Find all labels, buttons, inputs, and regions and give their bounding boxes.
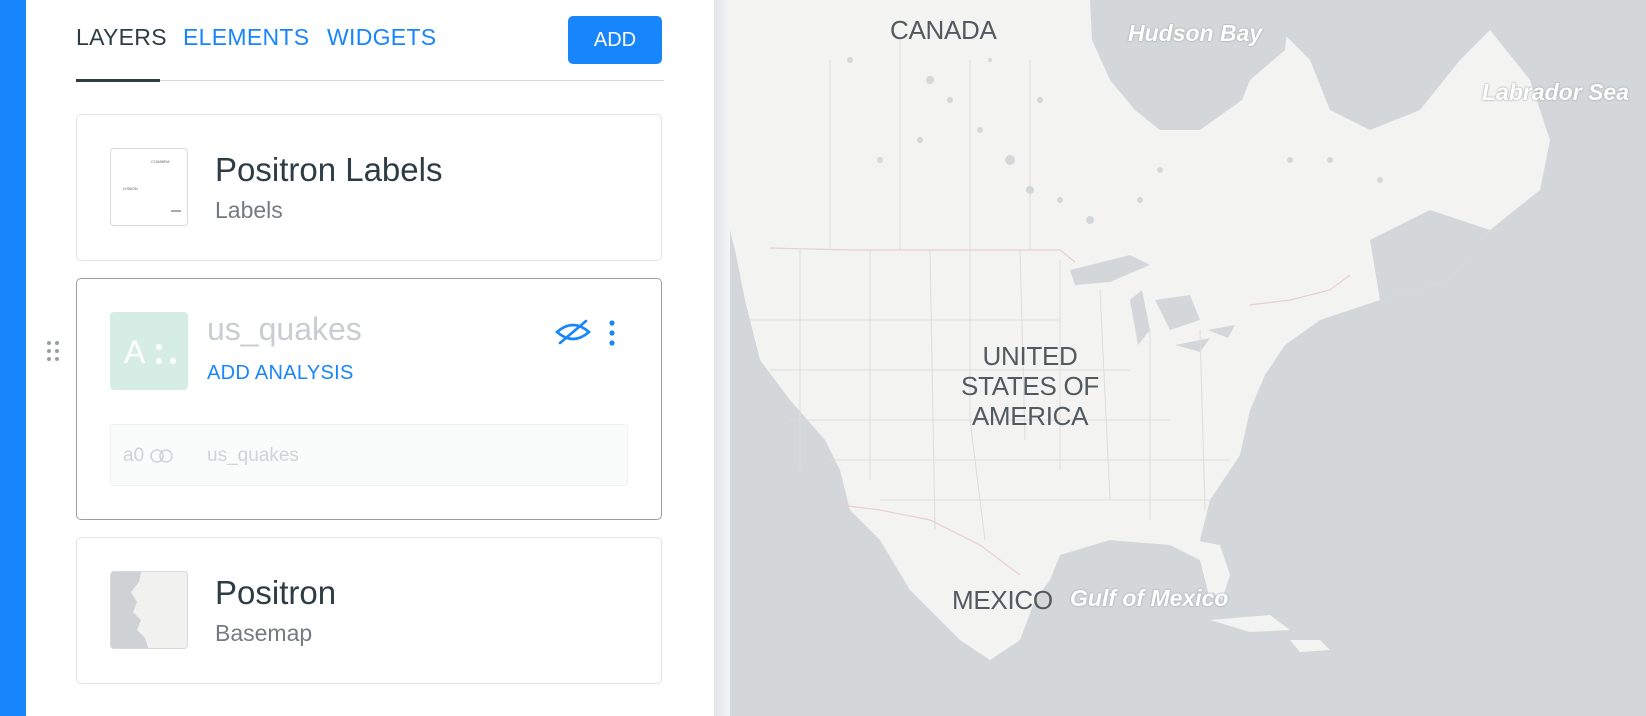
map-label-usa: UNITED STATES OF AMERICA — [961, 341, 1099, 431]
left-rail — [0, 0, 26, 716]
panel-divider — [714, 0, 730, 716]
more-options-icon[interactable] — [607, 319, 617, 347]
basemap-thumbnail — [110, 571, 188, 649]
thumb-mark — [171, 210, 181, 212]
basemap-subtitle: Basemap — [215, 620, 313, 646]
analysis-id: a0 — [123, 445, 145, 466]
map-label-canada: CANADA — [890, 15, 997, 45]
thumb-text-lisbon: LISBON — [123, 186, 138, 191]
point-symbol-icon — [154, 342, 178, 366]
layer-subtitle: Labels — [215, 197, 283, 223]
add-analysis-link[interactable]: ADD ANALYSIS — [207, 362, 354, 385]
layer-letter: A — [124, 334, 146, 370]
basemap-thumb-map — [131, 572, 187, 648]
layer-card-positron-basemap[interactable]: Positron Basemap — [76, 537, 662, 684]
tab-layers[interactable]: LAYERS — [76, 24, 167, 51]
add-button[interactable]: ADD — [568, 16, 662, 64]
tab-elements[interactable]: ELEMENTS — [183, 24, 309, 51]
layer-title: Positron Labels — [215, 151, 443, 188]
map-label-labrador-sea: Labrador Sea — [1482, 79, 1629, 105]
tab-bar: LAYERS ELEMENTS WIDGETS ADD — [76, 0, 664, 82]
drag-handle-icon[interactable] — [46, 340, 60, 362]
labels-thumbnail: COIMBRA LISBON — [110, 148, 188, 226]
source-node-icon — [150, 449, 173, 463]
layer-letter-badge: A — [110, 312, 188, 390]
analysis-row[interactable]: a0 us_quakes — [110, 424, 628, 486]
map-label-gulf-of-mexico: Gulf of Mexico — [1070, 585, 1229, 611]
tab-widgets[interactable]: WIDGETS — [327, 24, 436, 51]
add-button-label: ADD — [593, 28, 637, 51]
map-label-mexico: MEXICO — [952, 585, 1053, 615]
layer-card-us-quakes[interactable]: A us_quakes ADD ANALYSIS a0 us_quakes — [76, 278, 662, 520]
basemap-title: Positron — [215, 574, 337, 611]
map-label-hudson-bay: Hudson Bay — [1128, 20, 1263, 46]
active-tab-indicator — [76, 79, 160, 82]
map-view[interactable]: CANADA UNITED STATES OF AMERICA MEXICO H… — [730, 0, 1646, 716]
thumb-text-coimbra: COIMBRA — [151, 159, 170, 164]
analysis-source: us_quakes — [207, 445, 299, 466]
layer-card-positron-labels[interactable]: COIMBRA LISBON Positron Labels Labels — [76, 114, 662, 261]
layer-name: us_quakes — [207, 311, 362, 347]
eye-hidden-icon[interactable] — [555, 319, 591, 345]
